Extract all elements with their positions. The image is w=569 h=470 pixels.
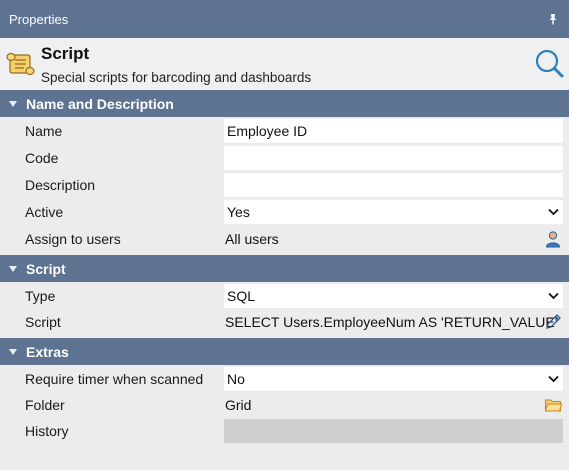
property-row-assign-to-users: Assign to users All users bbox=[0, 226, 569, 253]
chevron-down-icon[interactable] bbox=[548, 292, 559, 300]
property-row-require-timer: Require timer when scanned No bbox=[0, 366, 569, 393]
section-extras[interactable]: Extras bbox=[0, 338, 569, 365]
name-input[interactable]: Employee ID bbox=[224, 119, 563, 143]
property-row-active: Active Yes bbox=[0, 199, 569, 226]
collapse-triangle-icon[interactable] bbox=[9, 100, 17, 107]
section-title: Script bbox=[26, 260, 66, 277]
property-label: Script bbox=[25, 314, 61, 330]
header-title: Script bbox=[41, 44, 90, 63]
property-label: Active bbox=[25, 204, 64, 220]
section-title: Name and Description bbox=[26, 95, 174, 112]
property-row-description: Description bbox=[0, 172, 569, 199]
property-label: Require timer when scanned bbox=[25, 371, 204, 387]
pin-icon[interactable] bbox=[546, 12, 560, 26]
active-select[interactable]: Yes bbox=[224, 200, 563, 224]
collapse-triangle-icon[interactable] bbox=[9, 265, 17, 272]
header-subtitle: Special scripts for barcoding and dashbo… bbox=[41, 70, 312, 85]
description-input[interactable] bbox=[224, 173, 563, 197]
property-row-name: Name Employee ID bbox=[0, 118, 569, 145]
property-row-script: Script SELECT Users.EmployeeNum AS 'RETU… bbox=[0, 309, 569, 336]
property-label: History bbox=[25, 423, 69, 439]
type-select[interactable]: SQL bbox=[224, 284, 563, 308]
name-value: Employee ID bbox=[227, 123, 308, 139]
properties-titlebar: Properties bbox=[0, 0, 569, 38]
script-value: SELECT Users.EmployeeNum AS 'RETURN_VALU… bbox=[225, 314, 558, 330]
chevron-down-icon[interactable] bbox=[548, 375, 559, 383]
user-icon[interactable] bbox=[544, 230, 562, 248]
type-value: SQL bbox=[227, 288, 256, 304]
section-name-and-description[interactable]: Name and Description bbox=[0, 90, 569, 117]
assign-value: All users bbox=[225, 231, 279, 247]
folder-field[interactable]: Grid bbox=[224, 393, 563, 417]
collapse-triangle-icon[interactable] bbox=[9, 348, 17, 355]
property-label: Code bbox=[25, 150, 59, 166]
chevron-down-icon[interactable] bbox=[548, 208, 559, 216]
section-title: Extras bbox=[26, 343, 69, 360]
property-row-history: History bbox=[0, 418, 569, 445]
folder-icon[interactable] bbox=[544, 396, 562, 414]
property-label: Folder bbox=[25, 397, 65, 413]
pencil-icon[interactable] bbox=[544, 313, 562, 331]
active-value: Yes bbox=[227, 204, 250, 220]
code-input[interactable] bbox=[224, 146, 563, 170]
property-label: Description bbox=[25, 177, 96, 193]
property-row-type: Type SQL bbox=[0, 283, 569, 310]
scroll-icon bbox=[6, 52, 35, 76]
window-title: Properties bbox=[9, 11, 69, 27]
property-label: Name bbox=[25, 123, 63, 139]
search-icon[interactable] bbox=[534, 48, 564, 80]
script-field[interactable]: SELECT Users.EmployeeNum AS 'RETURN_VALU… bbox=[224, 310, 563, 334]
property-row-code: Code bbox=[0, 145, 569, 172]
object-header: Script Special scripts for barcoding and… bbox=[0, 38, 569, 90]
history-field bbox=[224, 419, 563, 443]
property-row-folder: Folder Grid bbox=[0, 392, 569, 419]
property-label: Type bbox=[25, 288, 56, 304]
assign-to-users-field[interactable]: All users bbox=[224, 227, 563, 251]
property-label: Assign to users bbox=[25, 231, 121, 247]
folder-value: Grid bbox=[225, 397, 252, 413]
require-timer-value: No bbox=[227, 371, 245, 387]
section-script[interactable]: Script bbox=[0, 255, 569, 282]
require-timer-select[interactable]: No bbox=[224, 367, 563, 391]
